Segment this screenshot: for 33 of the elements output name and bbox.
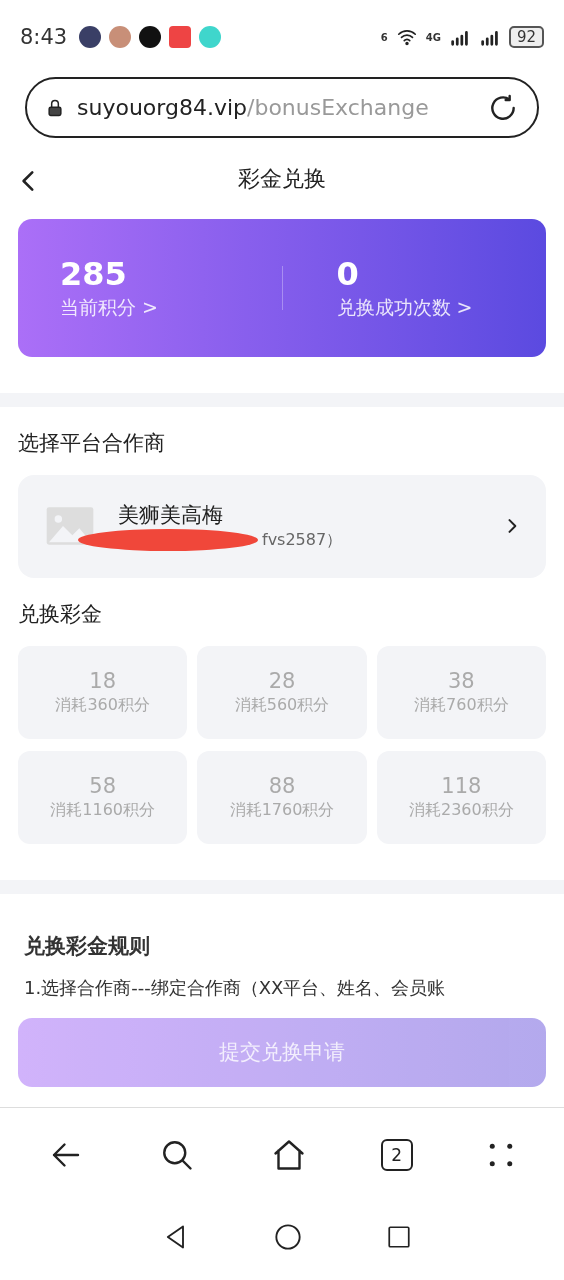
section-title: 选择平台合作商 — [18, 429, 166, 457]
bonus-option[interactable]: 58 消耗1160积分 — [18, 751, 188, 845]
address-bar[interactable]: suyouorg84.vip/bonusExchange — [25, 76, 539, 139]
rules-text: 1.选择合作商---绑定合作商（XX平台、姓名、会员账 — [24, 975, 447, 1000]
battery-level: 92 — [508, 26, 544, 49]
lock-icon — [45, 97, 65, 118]
wifi-label: 6 — [380, 31, 388, 43]
page-title: 彩金兑换 — [238, 164, 326, 193]
partner-selector[interactable]: 美狮美高梅 fvs2587） — [18, 474, 546, 579]
bonus-option[interactable]: 18 消耗360积分 — [18, 646, 188, 740]
section-title: 兑换彩金 — [18, 601, 103, 629]
stat-link[interactable]: 当前积分 > — [60, 295, 282, 322]
url-text: suyouorg84.vip/bonusExchange — [77, 95, 429, 121]
stat-value: 0 — [336, 255, 360, 294]
app-notification-icon — [139, 26, 162, 49]
network-label: 4G — [425, 31, 441, 43]
avatar-icon — [109, 26, 132, 49]
bonus-option[interactable]: 88 消耗1760积分 — [197, 751, 367, 845]
stat-link[interactable]: 兑换成功次数 > — [336, 295, 546, 322]
status-time: 8:43 — [20, 25, 68, 50]
rules-title: 兑换彩金规则 — [24, 932, 151, 960]
bonus-option[interactable]: 28 消耗560积分 — [197, 646, 367, 740]
square-icon — [386, 1223, 412, 1250]
stat-value: 285 — [60, 255, 128, 294]
app-notification-icon — [199, 26, 222, 49]
bonus-option[interactable]: 118 消耗2360积分 — [376, 751, 546, 845]
partner-account: fvs2587） — [262, 529, 343, 551]
bonus-option[interactable]: 38 消耗760积分 — [376, 646, 546, 740]
tabs-button[interactable]: 2 — [380, 1138, 413, 1171]
avatar-icon — [79, 26, 102, 49]
app-notification-icon — [169, 26, 192, 49]
circle-icon — [274, 1222, 302, 1251]
partner-name: 美狮美高梅 — [118, 502, 224, 530]
